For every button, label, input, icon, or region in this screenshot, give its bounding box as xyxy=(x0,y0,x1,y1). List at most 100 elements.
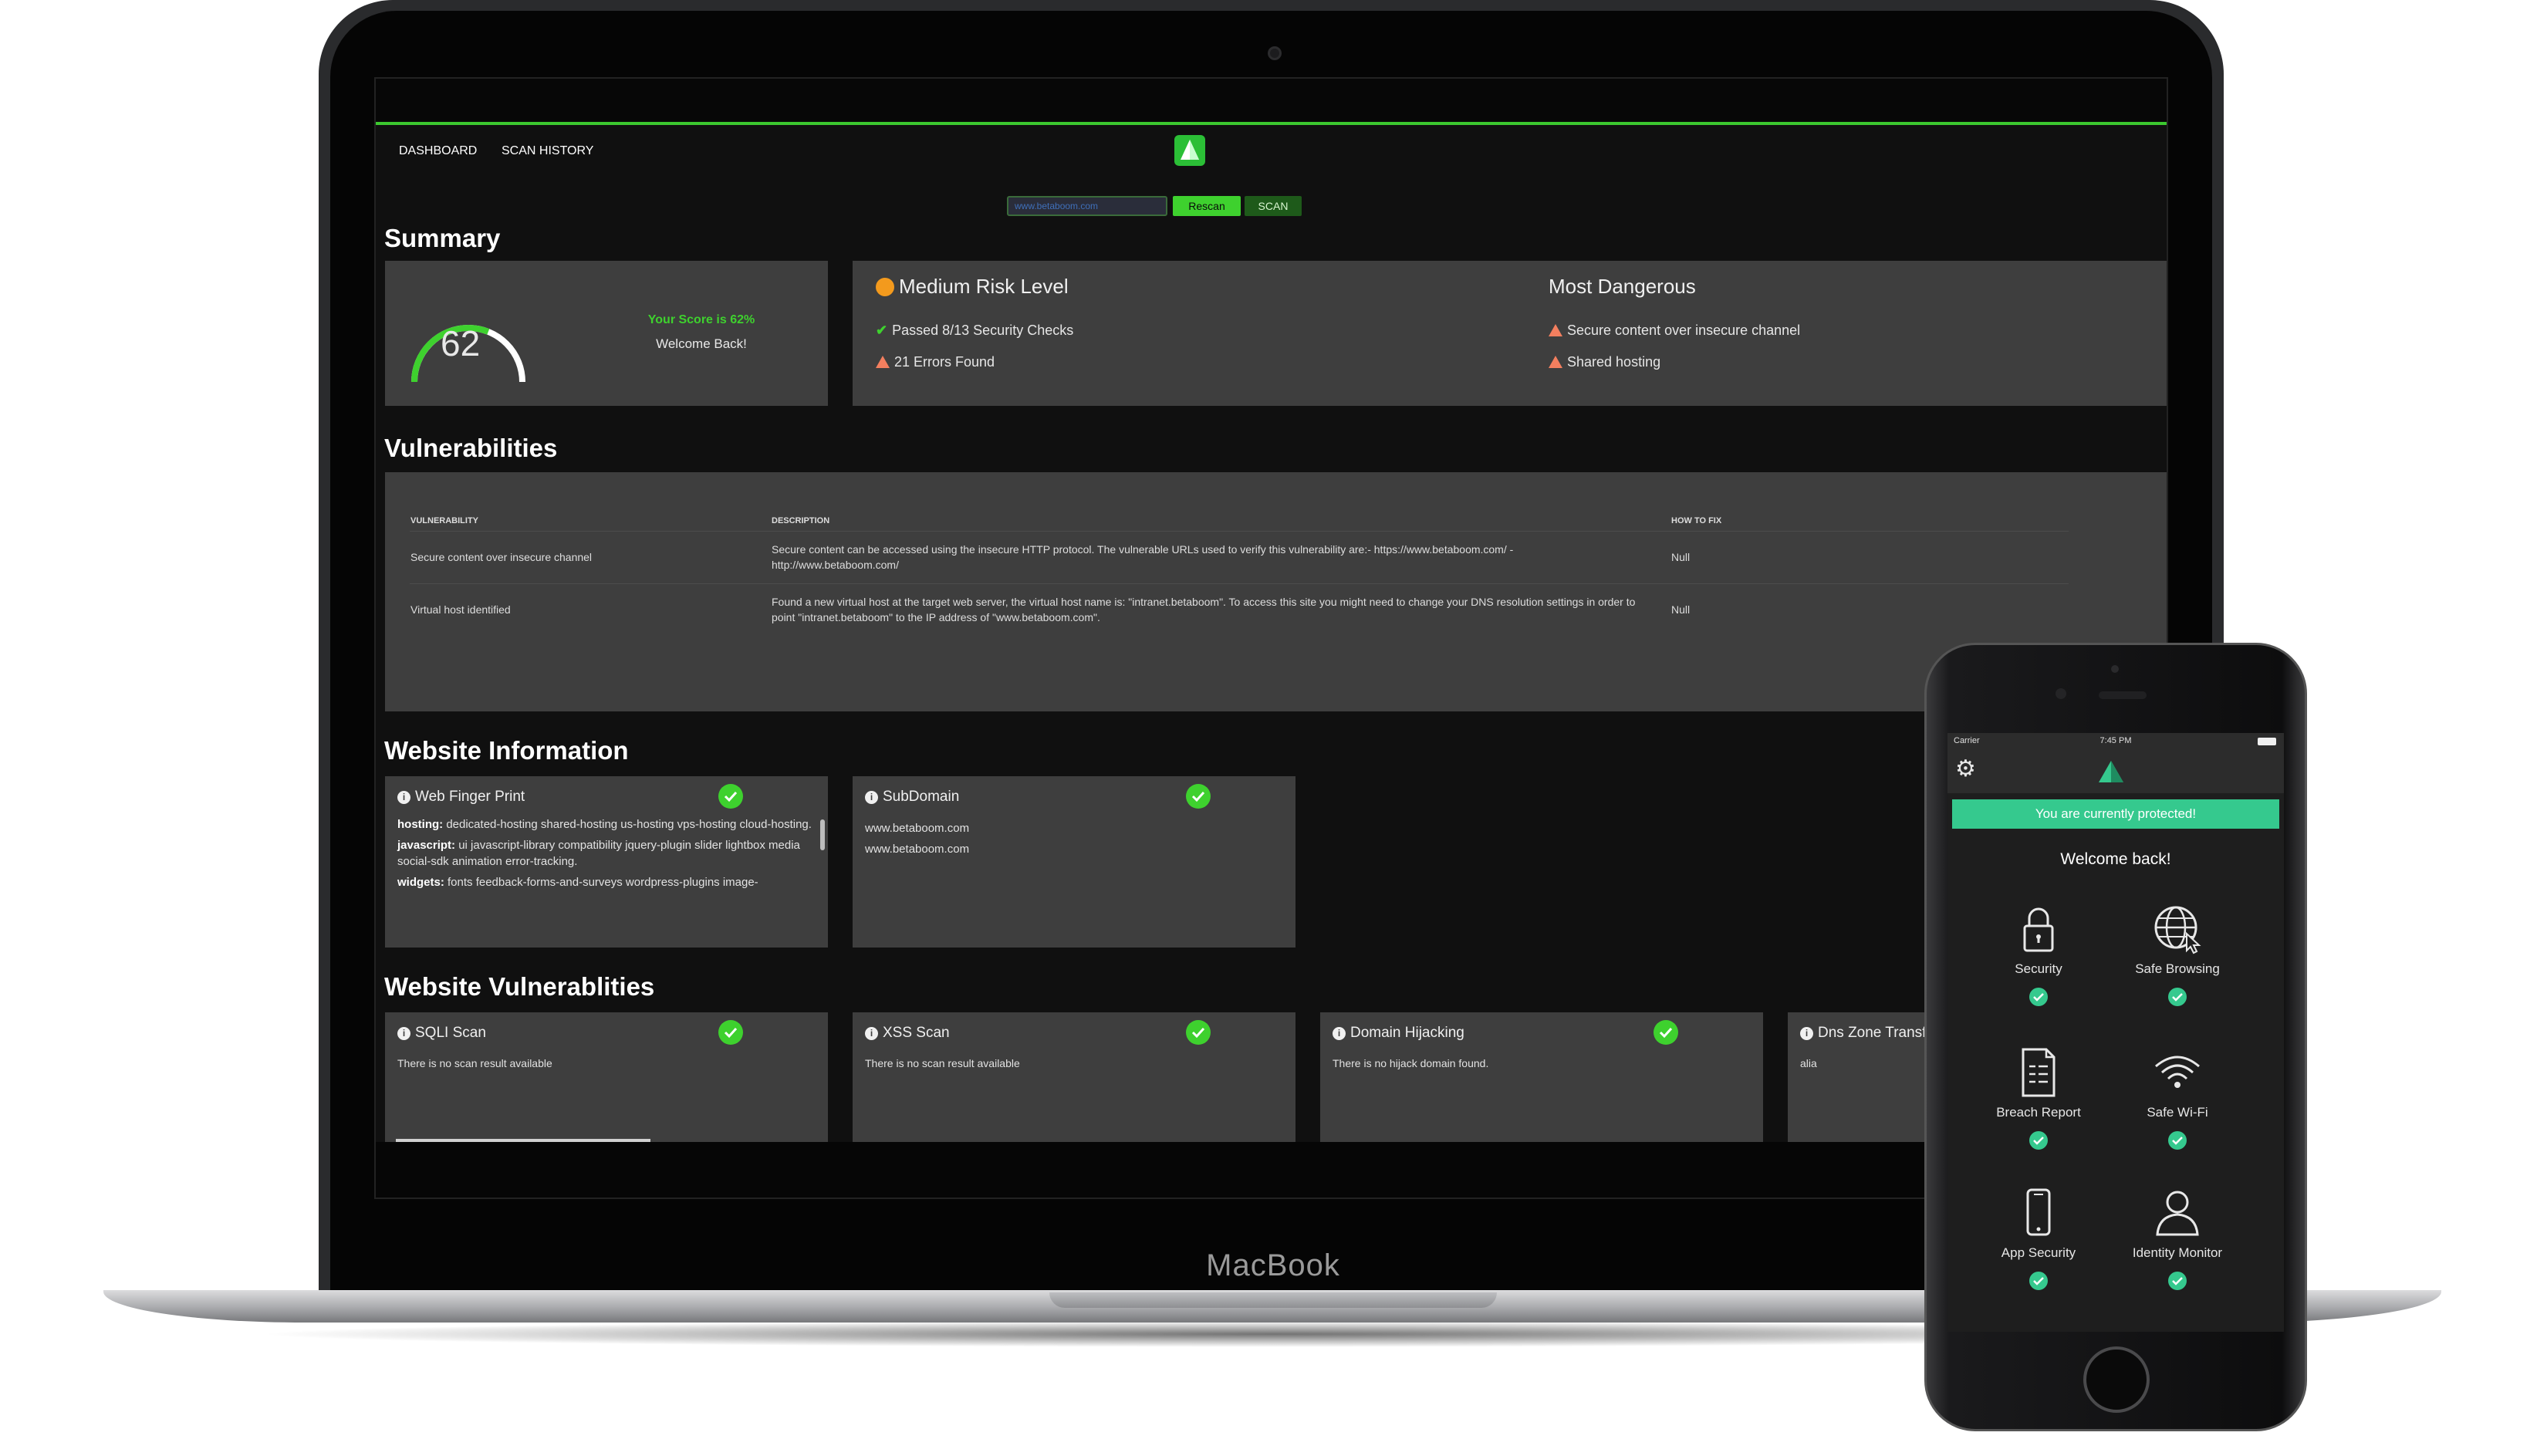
info-icon: i xyxy=(397,1027,410,1040)
subdomain-card[interactable]: i SubDomain www.betaboom.com www.betaboom… xyxy=(853,776,1295,948)
domain-hijacking-result: There is no hijack domain found. xyxy=(1333,1057,1489,1069)
card-title: i SQLI Scan xyxy=(397,1025,486,1042)
vulnerability-fix: Null xyxy=(1670,583,2069,636)
fingerprint-details: hosting: dedicated-hosting shared-hostin… xyxy=(397,816,814,890)
top-strip xyxy=(376,79,2167,125)
danger-item-label: Secure content over insecure channel xyxy=(1567,323,1801,338)
vulnerability-description: Found a new virtual host at the target w… xyxy=(771,583,1670,636)
sqli-title: SQLI Scan xyxy=(415,1025,486,1041)
score-text: Your Score is 62% xyxy=(647,313,755,326)
nav-dashboard[interactable]: DASHBOARD xyxy=(399,144,477,158)
widgets-value: fonts feedback-forms-and-surveys wordpre… xyxy=(444,876,758,889)
feature-label: Breach Report xyxy=(1996,1105,2081,1120)
phone-header: ⚙ xyxy=(1947,750,2284,793)
errors-found-label: 21 Errors Found xyxy=(894,354,995,370)
risk-panel: Medium Risk Level ✔ Passed 8/13 Security … xyxy=(853,261,2167,406)
app-logo-icon[interactable] xyxy=(1174,135,1205,166)
errors-found: 21 Errors Found xyxy=(876,354,995,370)
check-circle-icon xyxy=(2168,988,2187,1006)
feature-label: Safe Browsing xyxy=(2135,961,2220,976)
xss-card[interactable]: i XSS Scan There is no scan result availa… xyxy=(853,1012,1295,1142)
vulnerability-description: Secure content can be accessed using the… xyxy=(771,530,1670,583)
score-panel: 62 Your Score is 62% Welcome Back! xyxy=(385,261,828,406)
phone-screen: Carrier 7:45 PM ⚙ You are currently prot… xyxy=(1947,733,2284,1332)
subdomain-title: SubDomain xyxy=(883,789,960,805)
most-dangerous-title: Most Dangerous xyxy=(1549,275,1696,298)
globe-icon xyxy=(2154,906,2201,954)
feature-label: App Security xyxy=(2001,1245,2076,1260)
check-circle-icon xyxy=(2029,988,2048,1006)
card-title: i XSS Scan xyxy=(865,1025,950,1042)
feature-label: Identity Monitor xyxy=(2132,1245,2223,1260)
passed-checks-label: Passed 8/13 Security Checks xyxy=(892,323,1074,338)
check-circle-icon xyxy=(1186,1020,1211,1045)
warning-icon xyxy=(1549,356,1562,368)
card-title: i Domain Hijacking xyxy=(1333,1025,1464,1042)
check-circle-icon xyxy=(2168,1272,2187,1290)
risk-level-dot xyxy=(876,278,894,296)
smartphone-icon xyxy=(2026,1188,2051,1236)
person-icon xyxy=(2156,1191,2199,1236)
xss-result: There is no scan result available xyxy=(865,1057,1020,1069)
javascript-key: javascript: xyxy=(397,839,456,852)
status-bar: Carrier 7:45 PM xyxy=(1947,733,2284,750)
sqli-result: There is no scan result available xyxy=(397,1057,552,1069)
laptop-screen: DASHBOARD SCAN HISTORY Rescan SCAN Summa… xyxy=(374,77,2168,1199)
protection-banner: You are currently protected! xyxy=(1952,799,2279,829)
subdomain-list: www.betaboom.com www.betaboom.com xyxy=(865,818,1282,860)
report-icon xyxy=(2022,1048,2056,1097)
column-header: VULNERABILITY xyxy=(410,515,478,525)
dns-zone-title: Dns Zone Transfe xyxy=(1818,1025,1935,1041)
phone-speaker xyxy=(2099,691,2147,699)
rescan-button[interactable]: Rescan xyxy=(1173,196,1241,216)
vulnerability-name: Secure content over insecure channel xyxy=(410,530,771,583)
check-circle-icon xyxy=(1186,784,1211,809)
home-button[interactable] xyxy=(2083,1346,2150,1413)
laptop-notch xyxy=(1049,1292,1497,1308)
scan-button[interactable]: SCAN xyxy=(1245,196,1302,216)
fingerprint-title: Web Finger Print xyxy=(415,789,525,805)
battery-icon xyxy=(2258,738,2276,745)
nav-scan-history[interactable]: SCAN HISTORY xyxy=(502,144,593,158)
column-header: HOW TO FIX xyxy=(1671,515,1722,525)
warning-icon xyxy=(876,356,890,368)
card-title: i Web Finger Print xyxy=(397,789,525,806)
table-header-row: VULNERABILITY DESCRIPTION HOW TO FIX xyxy=(410,511,2069,531)
check-circle-icon xyxy=(718,784,743,809)
fingerprint-card[interactable]: i Web Finger Print hosting: dedicated-hos… xyxy=(385,776,828,948)
phone-camera-icon xyxy=(2056,688,2066,699)
phone-welcome: Welcome back! xyxy=(2060,850,2171,868)
info-icon: i xyxy=(865,791,878,804)
check-circle-icon xyxy=(2029,1131,2048,1150)
table-row[interactable]: Virtual host identified Found a new virt… xyxy=(410,583,2069,636)
app-logo-icon xyxy=(2099,761,2123,782)
table-row[interactable]: Secure content over insecure channel Sec… xyxy=(410,530,2069,583)
phone-sensor xyxy=(2111,665,2119,673)
gear-icon[interactable]: ⚙ xyxy=(1955,758,1976,781)
feature-label: Security xyxy=(2015,961,2062,976)
card-title: i Dns Zone Transfe xyxy=(1800,1025,1934,1042)
hosting-key: hosting: xyxy=(397,818,444,831)
check-circle-icon xyxy=(2029,1272,2048,1290)
info-icon: i xyxy=(865,1027,878,1040)
domain-hijacking-card[interactable]: i Domain Hijacking There is no hijack dom… xyxy=(1320,1012,1763,1142)
javascript-value: ui javascript-library compatibility jque… xyxy=(397,839,800,868)
vulnerabilities-table: VULNERABILITY DESCRIPTION HOW TO FIX Sec… xyxy=(410,511,2069,636)
lock-icon xyxy=(2023,907,2054,952)
website-info-title: Website Information xyxy=(384,736,629,765)
url-input[interactable] xyxy=(1007,196,1167,216)
info-icon: i xyxy=(397,791,410,804)
status-time: 7:45 PM xyxy=(2099,736,2132,745)
check-circle-icon xyxy=(718,1020,743,1045)
wifi-icon xyxy=(2155,1056,2200,1088)
subdomain-item: www.betaboom.com xyxy=(865,843,970,856)
risk-level-title: Medium Risk Level xyxy=(899,275,1069,298)
score-value: 62 xyxy=(441,323,481,363)
scrollbar-thumb[interactable] xyxy=(820,819,825,850)
vulnerability-name: Virtual host identified xyxy=(410,583,771,636)
sqli-card[interactable]: i SQLI Scan There is no scan result avail… xyxy=(385,1012,828,1142)
domain-hijacking-title: Domain Hijacking xyxy=(1350,1025,1464,1041)
info-icon: i xyxy=(1800,1027,1813,1040)
column-header: DESCRIPTION xyxy=(772,515,830,525)
widgets-key: widgets: xyxy=(397,876,444,889)
